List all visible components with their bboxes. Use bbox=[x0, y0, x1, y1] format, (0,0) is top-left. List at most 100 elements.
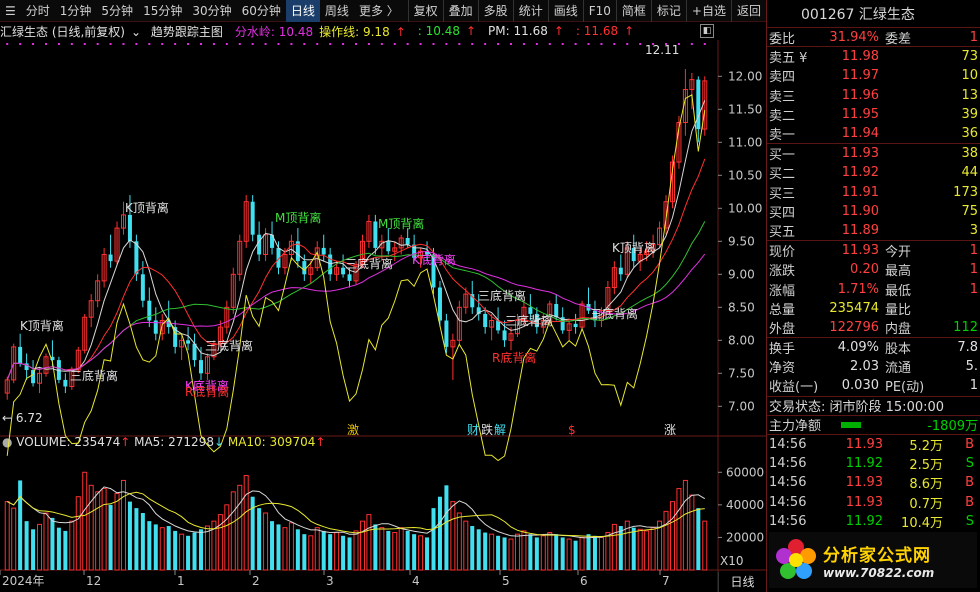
level-label: 买二 bbox=[769, 167, 796, 183]
period-tab-0[interactable]: 分时 bbox=[21, 0, 55, 22]
weicha-label: 委差 bbox=[885, 31, 912, 47]
volume-bar bbox=[82, 471, 88, 571]
tick-row: 14:56 11.93 5.2万 B bbox=[769, 437, 974, 455]
bid-row: 买一 11.93 38 bbox=[767, 144, 980, 163]
event-marker: $ bbox=[568, 423, 576, 437]
volume-bar bbox=[425, 537, 430, 570]
signal-dot bbox=[238, 43, 241, 45]
price-tick-label: 9.00 bbox=[728, 267, 755, 281]
level-volume: 38 bbox=[961, 146, 978, 162]
period-tab-3[interactable]: 15分钟 bbox=[138, 0, 187, 22]
period-tab-6[interactable]: 日线 bbox=[285, 0, 320, 22]
kline-chart[interactable]: 12.00 11.50 11.00 10.50 10.00 9.50 9.00 8.50 8.0… bbox=[0, 40, 766, 592]
volume-bar bbox=[579, 536, 585, 571]
volume-tick-label: 60000 bbox=[726, 465, 764, 479]
signal-dot bbox=[264, 43, 267, 45]
volume-bar bbox=[127, 501, 132, 570]
period-tab-4[interactable]: 30分钟 bbox=[187, 0, 236, 22]
tool-button-3[interactable]: 统计 bbox=[512, 0, 548, 22]
volume-bar bbox=[88, 484, 94, 571]
level-volume: 39 bbox=[961, 106, 978, 122]
volume-bar bbox=[353, 530, 359, 571]
tool-button-0[interactable]: 复权 bbox=[407, 0, 443, 22]
volume-bar bbox=[592, 535, 597, 570]
signal-dot bbox=[32, 43, 35, 45]
volume-bar bbox=[560, 537, 565, 570]
signal-dot bbox=[432, 43, 435, 45]
period-toolbar: ☰ 分时 1分钟 5分钟 15分钟 30分钟 60分钟 日线 周线 更多 〉复权 叠加 多股 统计 画线 F… bbox=[0, 0, 766, 22]
volume-bar bbox=[663, 510, 669, 571]
volume-bar bbox=[573, 540, 578, 570]
candle-body bbox=[386, 241, 391, 252]
tool-button-5[interactable]: F10 bbox=[582, 0, 616, 22]
panel-toggle-icon[interactable]: ◧ bbox=[700, 24, 714, 38]
ask-book: 卖五 ¥ 11.98 73 卖四 11.97 10 卖三 11.96 13 卖二 11.95 39 卖一… bbox=[767, 47, 980, 145]
volume-bar bbox=[314, 527, 320, 571]
signal-dot bbox=[174, 43, 177, 45]
volume-bar bbox=[637, 528, 643, 571]
signal-dot bbox=[510, 43, 513, 45]
period-tab-8[interactable]: 更多 〉 bbox=[354, 0, 404, 22]
period-tab-2[interactable]: 5分钟 bbox=[96, 0, 138, 22]
candle-body bbox=[483, 313, 488, 328]
main-net-label: 主力净额 bbox=[769, 419, 822, 435]
signal-dot bbox=[703, 43, 706, 45]
level-price: 11.90 bbox=[841, 203, 879, 219]
signal-dot bbox=[199, 43, 202, 45]
volume-bar bbox=[386, 530, 391, 570]
volume-bar bbox=[534, 537, 539, 570]
level-price: 11.94 bbox=[841, 126, 879, 142]
time-label: 2024年 bbox=[2, 574, 45, 588]
candle-body bbox=[496, 320, 501, 331]
volume-bar bbox=[373, 524, 378, 570]
signal-dot bbox=[122, 43, 125, 45]
signal-dot bbox=[96, 43, 99, 45]
signal-dot bbox=[587, 43, 590, 45]
volume-bar bbox=[224, 504, 230, 571]
period-tab-1[interactable]: 1分钟 bbox=[55, 0, 97, 22]
volume-bar bbox=[179, 533, 185, 571]
tab-daily[interactable]: 日线 bbox=[718, 572, 766, 592]
trade-status: 交易状态: 闭市阶段 15:00:00 bbox=[769, 400, 945, 416]
signal-dot bbox=[187, 43, 190, 45]
trade-status-row: 交易状态: 闭市阶段 15:00:00 bbox=[767, 397, 980, 416]
low-price-label: ← 6.72 bbox=[2, 411, 43, 425]
volume-bar bbox=[50, 517, 55, 570]
tool-button-8[interactable]: +自选 bbox=[685, 0, 731, 22]
tick-row: 14:56 11.92 10.4万 S bbox=[769, 513, 974, 531]
period-tab-7[interactable]: 周线 bbox=[320, 0, 354, 22]
tool-button-4[interactable]: 画线 bbox=[547, 0, 583, 22]
level-price: 11.95 bbox=[841, 106, 879, 122]
tool-button-6[interactable]: 简框 bbox=[615, 0, 651, 22]
volume-bar bbox=[63, 530, 68, 570]
volume-bar bbox=[276, 524, 281, 570]
stat-row: 涨跌 0.20 最高 1 bbox=[769, 262, 978, 280]
collapse-icon[interactable]: ☰ bbox=[0, 0, 21, 22]
time-label: 3 bbox=[326, 574, 334, 588]
tool-button-7[interactable]: 标记 bbox=[650, 0, 686, 22]
signal-dot bbox=[303, 43, 306, 45]
volume-bar bbox=[359, 520, 365, 571]
pattern-label: R底背离 bbox=[492, 350, 536, 365]
high-price-label: 12.11 bbox=[645, 43, 679, 57]
candle-body bbox=[147, 300, 152, 321]
tool-button-9[interactable]: 返回 bbox=[730, 0, 766, 22]
volume-bar bbox=[166, 526, 171, 570]
tool-button-2[interactable]: 多股 bbox=[477, 0, 513, 22]
signal-dot bbox=[522, 43, 525, 45]
stock-label: 汇绿生态 (日线,前复权) bbox=[0, 24, 125, 39]
candle-body bbox=[373, 221, 378, 248]
volume-bar bbox=[366, 514, 372, 571]
period-tab-5[interactable]: 60分钟 bbox=[237, 0, 286, 22]
stat-row: 换手 4.09% 股本 7.8 bbox=[769, 340, 978, 358]
signal-dot bbox=[161, 43, 164, 45]
volume-bar bbox=[431, 508, 436, 570]
indicator-dropdown[interactable]: ⌄ 趋势跟踪主图 bbox=[131, 23, 229, 40]
level-price: 11.89 bbox=[841, 222, 879, 238]
tool-button-1[interactable]: 叠加 bbox=[442, 0, 478, 22]
candle-body bbox=[257, 234, 262, 255]
candle-body bbox=[618, 267, 623, 275]
volume-bar bbox=[288, 522, 294, 571]
volume-bar bbox=[173, 530, 178, 570]
volume-bar bbox=[379, 527, 385, 571]
